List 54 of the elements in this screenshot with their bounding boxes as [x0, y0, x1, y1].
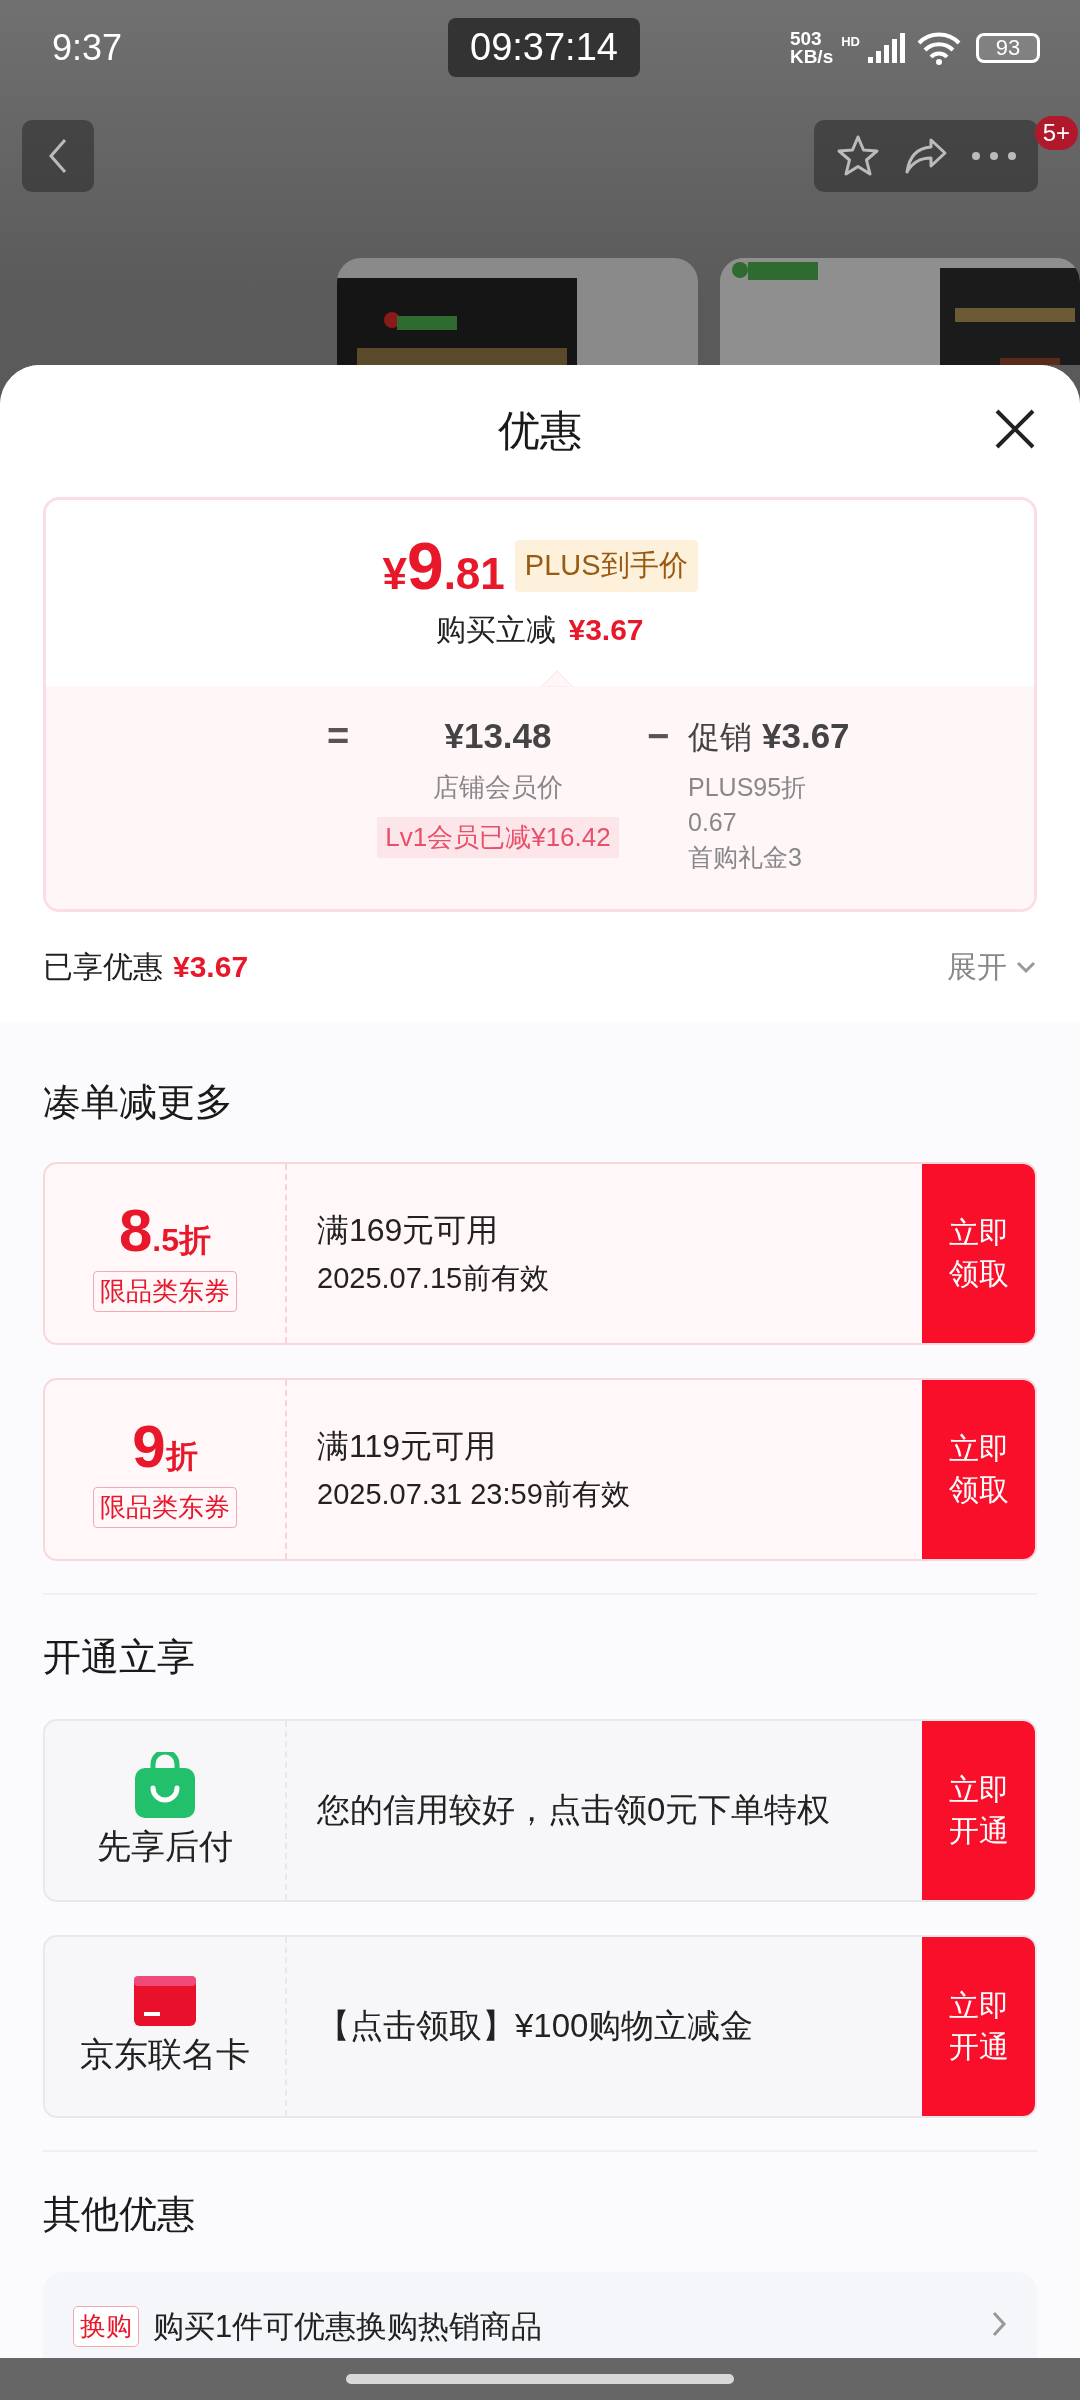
expand-button[interactable]: 展开 [947, 946, 1037, 988]
claim-button[interactable]: 立即领取 [922, 1164, 1035, 1343]
final-price: ¥9.81 [382, 528, 505, 604]
sheet-title: 优惠 [498, 406, 582, 456]
discount-value: 8.5折 [118, 1195, 212, 1265]
status-time: 9:37 [52, 26, 124, 69]
promo-label: 促销 [688, 718, 752, 757]
network-type: HD [841, 33, 860, 49]
section-title: 凑单减更多 [43, 1079, 234, 1125]
member-price-label: 店铺会员价 [433, 771, 563, 804]
activate-button[interactable]: 立即开通 [922, 1937, 1035, 2116]
offer-text: 购买1件可优惠换购热销商品 [153, 2308, 543, 2346]
bank-card-icon [134, 1975, 196, 2026]
network-speed: 503 KB/s [789, 29, 834, 66]
floating-clock: 09:37:14 [448, 18, 640, 77]
coupon-scope-tag: 限品类东券 [93, 1270, 237, 1312]
signal-icon [868, 32, 908, 63]
service-name: 京东联名卡 [80, 2033, 250, 2075]
minus-sign: − [645, 714, 671, 759]
member-savings-tag: Lv1会员已减¥16.42 [377, 817, 619, 858]
chevron-left-icon [47, 136, 69, 176]
coupon-scope-tag: 限品类东券 [93, 1486, 237, 1528]
chevron-right-icon[interactable] [991, 2310, 1007, 2338]
promo-detail: 0.67 [688, 808, 737, 837]
price-tag: PLUS到手价 [514, 540, 698, 592]
enjoyed-discount-amount: ¥3.67 [173, 950, 249, 984]
discount-label: 购买立减 [436, 612, 557, 648]
offer-tag: 换购 [73, 2306, 139, 2347]
section-title: 其他优惠 [43, 2191, 196, 2237]
promo-detail: 首购礼金3 [688, 842, 802, 873]
equals-sign: = [325, 714, 351, 759]
battery-level: 93 [976, 32, 1040, 63]
coupon-validity: 2025.07.31 23:59前有效 [317, 1476, 631, 1512]
chevron-down-icon [1015, 960, 1037, 974]
wifi-icon [916, 30, 962, 65]
promo-amount: ¥3.67 [762, 715, 850, 757]
claim-button[interactable]: 立即领取 [922, 1380, 1035, 1559]
discount-amount: ¥3.67 [568, 613, 644, 647]
coupon-condition: 满169元可用 [317, 1210, 500, 1250]
coupon-validity: 2025.07.15前有效 [317, 1260, 551, 1296]
activate-button[interactable]: 立即开通 [922, 1721, 1035, 1900]
offer-row[interactable]: 换购 购买1件可优惠换购热销商品 [43, 2272, 1037, 2358]
coupon-condition: 满119元可用 [317, 1426, 497, 1466]
notification-badge: 5+ [1034, 116, 1078, 150]
service-description: 【点击领取】¥100购物立减金 [317, 2006, 755, 2046]
shopping-bag-icon [135, 1751, 195, 1818]
section-title: 开通立享 [43, 1634, 196, 1680]
back-button[interactable] [22, 120, 94, 192]
discount-value: 9折 [132, 1411, 198, 1481]
service-name: 先享后付 [97, 1825, 233, 1867]
service-description: 您的信用较好，点击领0元下单特权 [317, 1790, 832, 1830]
promo-detail: PLUS95折 [688, 772, 807, 803]
enjoyed-discount-label: 已享优惠 [43, 948, 163, 985]
member-price: ¥13.48 [444, 715, 552, 757]
